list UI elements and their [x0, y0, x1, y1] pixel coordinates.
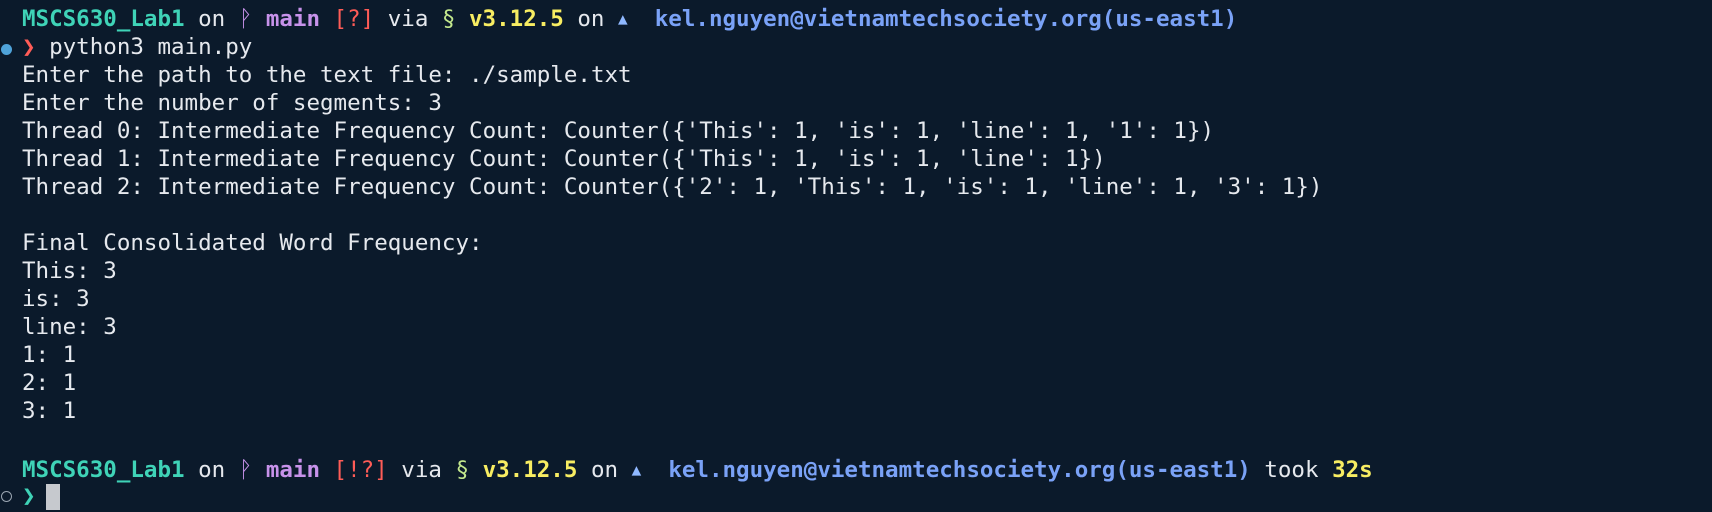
output-line: Enter the number of segments: 3: [22, 90, 442, 116]
cloud-icon: ▲: [631, 460, 642, 479]
output-line: This: 3: [22, 258, 117, 284]
text-cursor[interactable]: [45, 483, 60, 510]
prompt-arrow-icon: ❯: [22, 483, 36, 509]
prompt-took-text: took: [1264, 457, 1319, 483]
prompt-directory: MSCS630_Lab1: [22, 6, 185, 32]
prompt-gcloud-account: kel.nguyen@vietnamtechsociety.org(us-eas…: [654, 6, 1238, 32]
prompt-on-text-2: on: [590, 457, 619, 483]
input-line[interactable]: ❯: [22, 482, 60, 510]
output-line: line: 3: [22, 314, 117, 340]
output-line: 1: 1: [22, 342, 77, 368]
output-line: Thread 0: Intermediate Frequency Count: …: [22, 118, 1215, 144]
prompt-directory: MSCS630_Lab1: [22, 457, 185, 483]
prompt-branch: main: [265, 457, 320, 483]
prompt-branch: main: [265, 6, 320, 32]
output-line: Enter the path to the text file: ./sampl…: [22, 62, 632, 88]
prompt-on-text: on: [198, 6, 226, 32]
prompt-python-version: v3.12.5: [482, 457, 578, 483]
prompt-python-version: v3.12.5: [469, 6, 564, 32]
prompt-on-text-2: on: [577, 6, 605, 32]
cloud-icon: ▲: [618, 9, 628, 28]
output-line: 3: 1: [22, 398, 77, 424]
prompt-duration: 32s: [1332, 457, 1373, 483]
branch-icon: ᚹ: [238, 6, 253, 32]
command-status-dot: [1, 491, 12, 502]
prompt-via-text: via: [401, 457, 442, 483]
output-line: Thread 2: Intermediate Frequency Count: …: [22, 174, 1323, 200]
prompt-via-text: via: [387, 6, 429, 32]
command-status-dot: [1, 44, 12, 55]
output-line: Final Consolidated Word Frequency:: [22, 230, 483, 256]
prompt-line-2: MSCS630_Lab1 on ᚹ main [!?] via § v3.12.…: [22, 456, 1373, 484]
terminal-window[interactable]: MSCS630_Lab1 on ᚹ main [?] via § v3.12.5…: [0, 0, 1712, 512]
prompt-on-text: on: [198, 457, 226, 483]
prompt-gcloud-account: kel.nguyen@vietnamtechsociety.org(us-eas…: [668, 457, 1251, 483]
output-line: is: 3: [22, 286, 90, 312]
output-line: 2: 1: [22, 370, 77, 396]
branch-icon: ᚹ: [238, 457, 253, 483]
command-line: ❯ python3 main.py: [22, 33, 252, 61]
prompt-git-status: [?]: [333, 6, 375, 32]
prompt-arrow-icon: ❯: [22, 34, 36, 60]
python-snake-icon: §: [455, 457, 470, 483]
prompt-line-1: MSCS630_Lab1 on ᚹ main [?] via § v3.12.5…: [22, 5, 1237, 33]
output-line: Thread 1: Intermediate Frequency Count: …: [22, 146, 1106, 172]
python-snake-icon: §: [441, 6, 456, 32]
prompt-git-status: [!?]: [333, 457, 388, 483]
command-text: python3 main.py: [49, 34, 253, 60]
